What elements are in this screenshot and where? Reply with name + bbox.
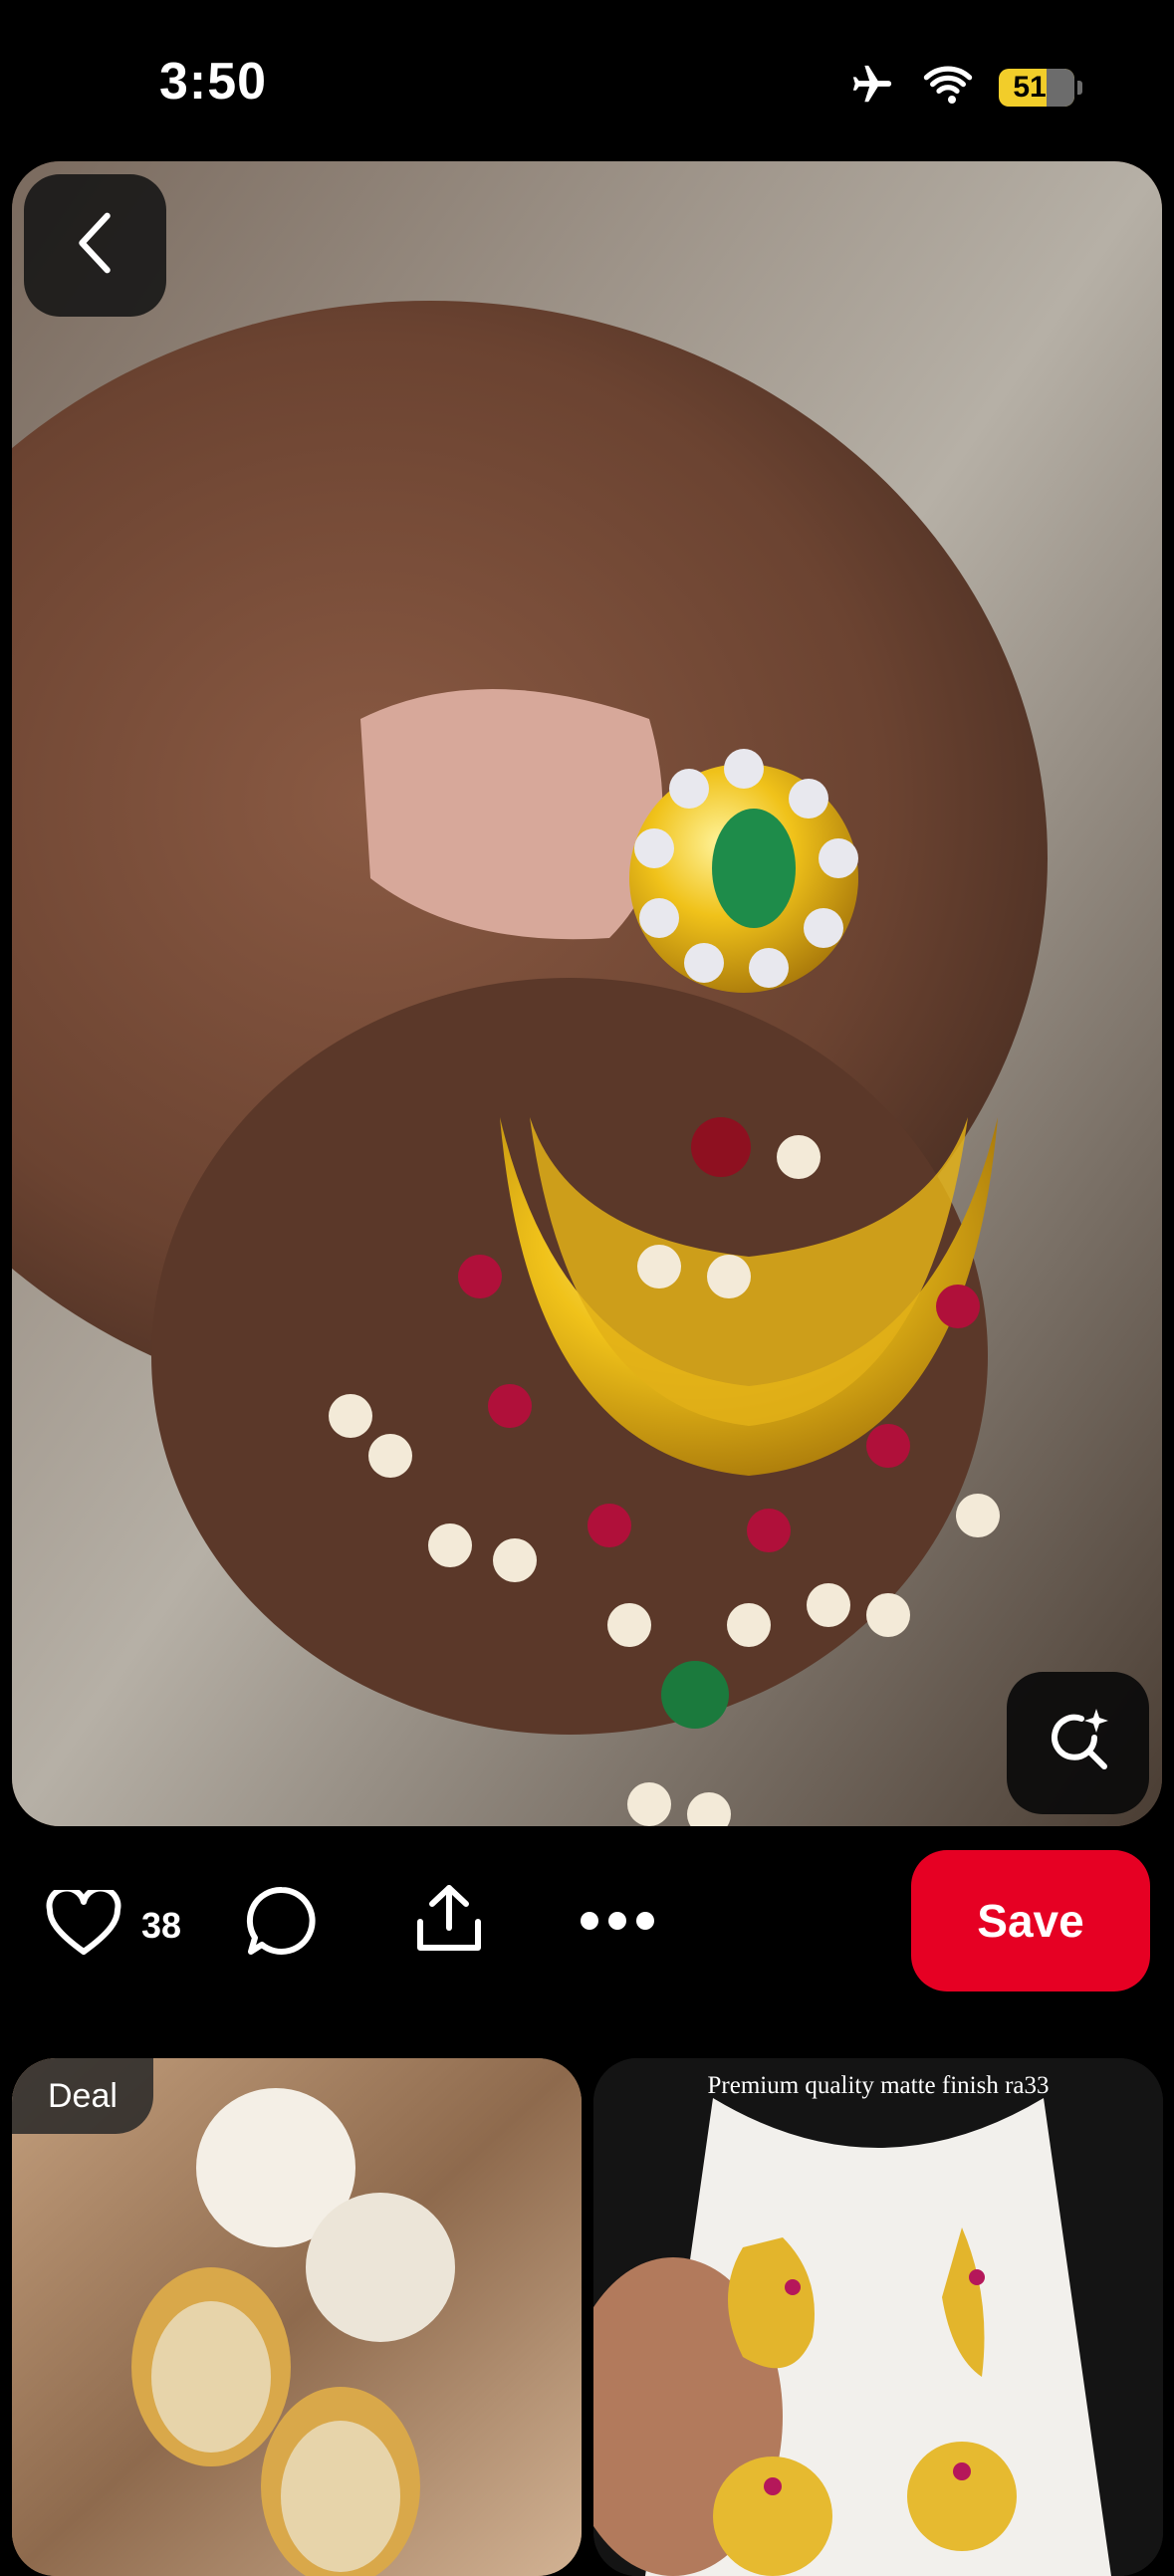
battery-percent: 51 (1013, 70, 1047, 104)
share-button[interactable] (412, 1882, 486, 1961)
visual-search-icon (1043, 1705, 1114, 1781)
battery-icon: 51 (999, 68, 1082, 107)
status-time: 3:50 (159, 53, 268, 111)
wifi-icon (923, 65, 973, 110)
more-icon (578, 1906, 657, 1941)
status-icons: 51 (847, 62, 1082, 113)
related-pin-image (593, 2058, 1163, 2576)
share-icon (412, 1882, 486, 1961)
comment-icon (245, 1884, 319, 1963)
pin-image[interactable] (12, 161, 1162, 1826)
more-options-button[interactable] (578, 1906, 657, 1941)
related-pin-image (12, 2058, 582, 2576)
related-pin[interactable]: Deal (12, 2058, 582, 2576)
pin-image-illustration (12, 161, 1162, 1826)
action-bar: 38 Save (0, 1850, 1174, 1991)
back-button[interactable] (24, 174, 166, 317)
visual-search-button[interactable] (1007, 1672, 1149, 1814)
status-bar: 3:50 51 (0, 0, 1174, 159)
comment-button[interactable] (245, 1884, 319, 1963)
chevron-left-icon (66, 208, 125, 283)
like-count: 38 (141, 1904, 182, 1946)
pin-caption: Premium quality matte finish ra33 (707, 2072, 1050, 2099)
like-button[interactable]: 38 (46, 1885, 182, 1961)
airplane-icon (847, 62, 897, 113)
related-pin[interactable]: Premium quality matte finish ra33 (593, 2058, 1163, 2576)
deal-badge: Deal (12, 2058, 153, 2134)
save-button[interactable]: Save (911, 1850, 1150, 1991)
heart-icon (46, 1885, 121, 1961)
